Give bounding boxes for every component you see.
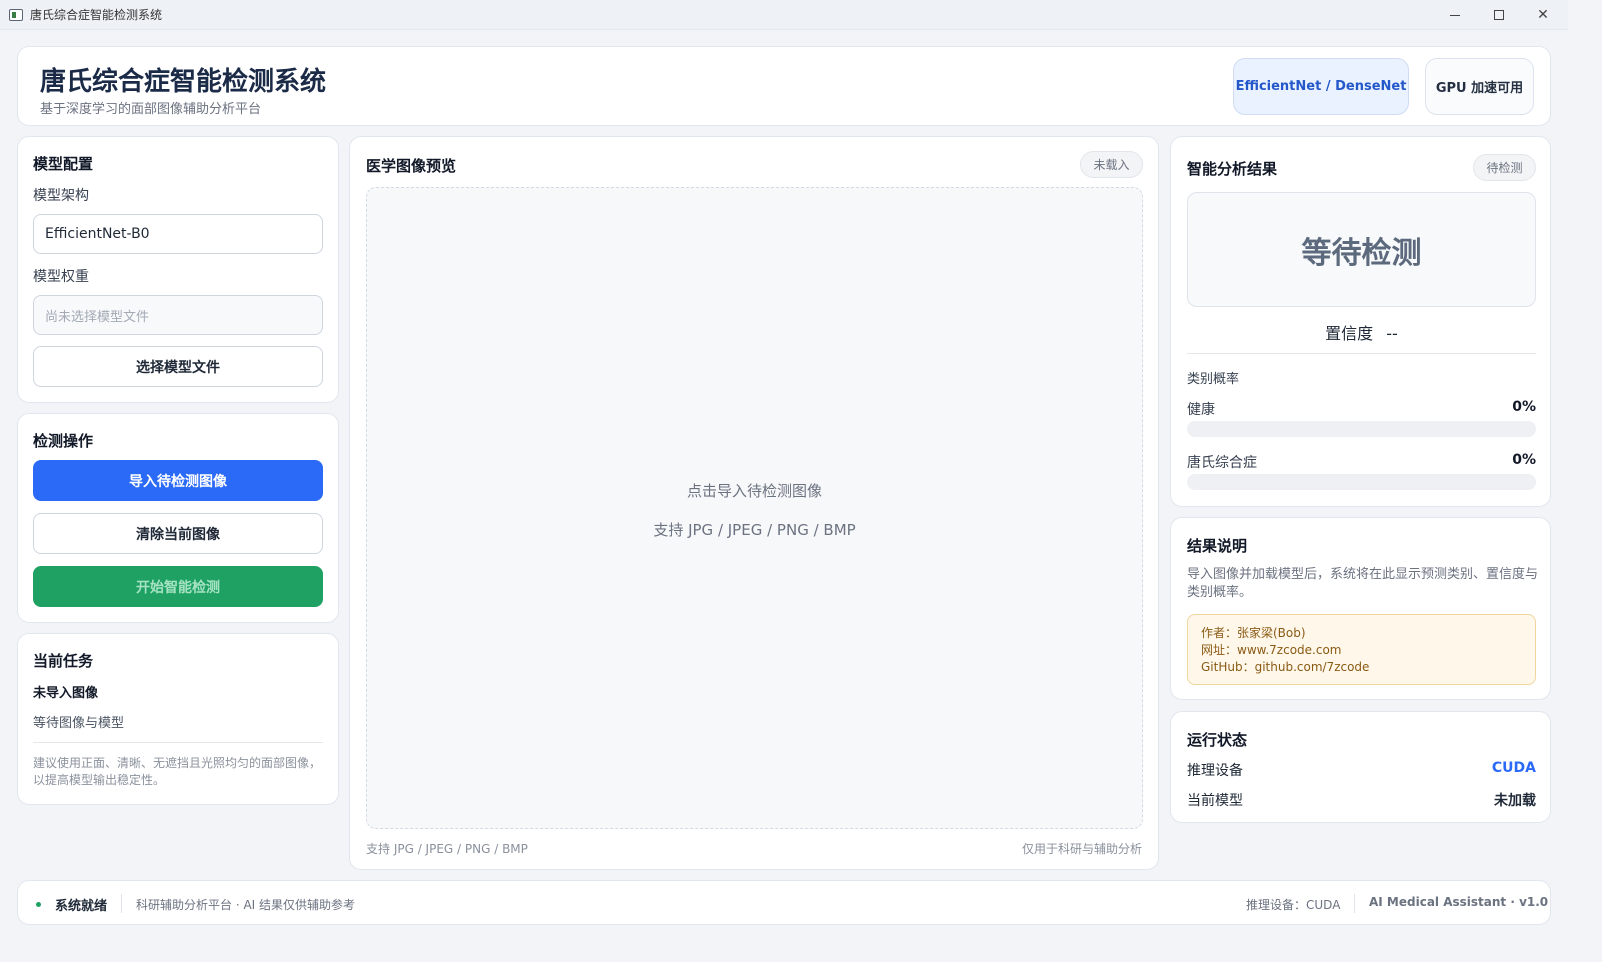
preview-status-badge: 未载入: [1080, 151, 1143, 178]
confidence-value: --: [1386, 324, 1398, 343]
weight-label: 模型权重: [33, 269, 89, 285]
window-titlebar: 唐氏综合症智能检测系统 ✕: [0, 0, 1568, 30]
author-website[interactable]: 网址：www.7zcode.com: [1201, 642, 1522, 659]
device-row: 推理设备 CUDA: [1187, 760, 1536, 780]
image-dropzone[interactable]: 点击导入待检测图像 支持 JPG / JPEG / PNG / BMP: [366, 187, 1143, 829]
status-separator: [1354, 894, 1355, 913]
arch-label: 模型架构: [33, 188, 89, 204]
maximize-icon: [1494, 10, 1504, 20]
prob-class-value: 0%: [1512, 452, 1536, 468]
detect-ops-title: 检测操作: [33, 432, 94, 450]
prob-bar-down: [1187, 474, 1536, 490]
explain-text: 导入图像并加载模型后，系统将在此显示预测类别、置信度与类别概率。: [1187, 567, 1539, 600]
result-explain-panel: 结果说明 导入图像并加载模型后，系统将在此显示预测类别、置信度与类别概率。 作者…: [1170, 517, 1551, 700]
model-config-panel: 模型配置 模型架构 EfficientNet-B0 模型权重 尚未选择模型文件 …: [17, 136, 339, 403]
prob-bar-healthy: [1187, 421, 1536, 437]
page-subtitle: 基于深度学习的面部图像辅助分析平台: [40, 102, 262, 117]
analysis-title: 智能分析结果: [1187, 160, 1278, 178]
runtime-title: 运行状态: [1187, 731, 1248, 749]
confidence-row: 置信度 --: [1187, 320, 1536, 344]
preview-formats-note: 支持 JPG / JPEG / PNG / BMP: [366, 842, 528, 856]
app-header: 唐氏综合症智能检测系统 基于深度学习的面部图像辅助分析平台 EfficientN…: [17, 46, 1551, 126]
model-arch-badge: EfficientNet / DenseNet: [1233, 58, 1409, 115]
weight-path-field[interactable]: 尚未选择模型文件: [33, 295, 323, 335]
gpu-badge: GPU 加速可用: [1425, 58, 1534, 115]
author-info-box: 作者：张家梁(Bob) 网址：www.7zcode.com GitHub：git…: [1187, 614, 1536, 685]
start-detect-button[interactable]: 开始智能检测: [33, 566, 323, 607]
task-tip: 建议使用正面、清晰、无遮挡且光照均匀的面部图像，以提高模型输出稳定性。: [33, 756, 322, 787]
prob-class-name: 健康: [1187, 402, 1215, 418]
ready-dot-icon: [36, 902, 41, 907]
prob-class-name: 唐氏综合症: [1187, 455, 1257, 471]
system-ready: 系统就绪: [55, 899, 108, 914]
explain-title: 结果说明: [1187, 537, 1248, 555]
model-label: 当前模型: [1187, 793, 1243, 809]
detect-ops-panel: 检测操作 导入待检测图像 清除当前图像 开始智能检测: [17, 413, 339, 623]
prob-row-healthy: 健康 0%: [1187, 399, 1536, 419]
minimize-icon: [1450, 14, 1460, 16]
prob-title: 类别概率: [1187, 372, 1240, 387]
window-title: 唐氏综合症智能检测系统: [30, 8, 163, 22]
maximize-button[interactable]: [1477, 0, 1521, 30]
minimize-button[interactable]: [1433, 0, 1477, 30]
prob-class-value: 0%: [1512, 399, 1536, 415]
status-device: 推理设备：CUDA: [1246, 898, 1341, 912]
current-task-title: 当前任务: [33, 652, 94, 670]
dropzone-formats: 支持 JPG / JPEG / PNG / BMP: [653, 521, 856, 539]
confidence-label: 置信度: [1325, 324, 1374, 343]
close-button[interactable]: ✕: [1521, 0, 1565, 30]
author-github[interactable]: GitHub：github.com/7zcode: [1201, 659, 1522, 676]
arch-select[interactable]: EfficientNet-B0: [33, 214, 323, 254]
app-version: AI Medical Assistant · v1.0: [1369, 895, 1549, 909]
import-image-button[interactable]: 导入待检测图像: [33, 460, 323, 501]
image-preview-panel: 医学图像预览 未载入 点击导入待检测图像 支持 JPG / JPEG / PNG…: [349, 136, 1159, 870]
page-title: 唐氏综合症智能检测系统: [40, 67, 327, 97]
dropzone-hint: 点击导入待检测图像: [686, 482, 822, 500]
task-detail: 等待图像与模型: [33, 716, 125, 731]
app-icon: [9, 8, 23, 21]
task-status: 未导入图像: [33, 686, 99, 701]
runtime-status-panel: 运行状态 推理设备 CUDA 当前模型 未加载: [1170, 711, 1551, 823]
choose-model-button[interactable]: 选择模型文件: [33, 346, 323, 387]
device-label: 推理设备: [1187, 763, 1243, 779]
model-row: 当前模型 未加载: [1187, 790, 1536, 810]
model-config-title: 模型配置: [33, 155, 94, 173]
prediction-result: 等待检测: [1187, 192, 1536, 307]
status-separator: [121, 894, 122, 913]
device-value: CUDA: [1491, 760, 1536, 776]
status-bar: 系统就绪 科研辅助分析平台 · AI 结果仅供辅助参考 推理设备：CUDA AI…: [17, 880, 1551, 925]
analysis-panel: 智能分析结果 待检测 等待检测 置信度 -- 类别概率 健康 0% 唐氏综合症 …: [1170, 136, 1551, 507]
preview-usage-note: 仅用于科研与辅助分析: [1021, 842, 1142, 856]
close-icon: ✕: [1537, 7, 1549, 23]
status-info: 科研辅助分析平台 · AI 结果仅供辅助参考: [136, 898, 356, 912]
analysis-status-badge: 待检测: [1473, 154, 1536, 181]
model-value: 未加载: [1494, 793, 1536, 809]
analysis-divider: [1187, 353, 1536, 354]
author-name: 作者：张家梁(Bob): [1201, 626, 1306, 640]
clear-image-button[interactable]: 清除当前图像: [33, 513, 323, 554]
preview-title: 医学图像预览: [366, 157, 457, 175]
prob-row-down: 唐氏综合症 0%: [1187, 452, 1536, 472]
task-divider: [33, 742, 323, 743]
current-task-panel: 当前任务 未导入图像 等待图像与模型 建议使用正面、清晰、无遮挡且光照均匀的面部…: [17, 633, 339, 805]
